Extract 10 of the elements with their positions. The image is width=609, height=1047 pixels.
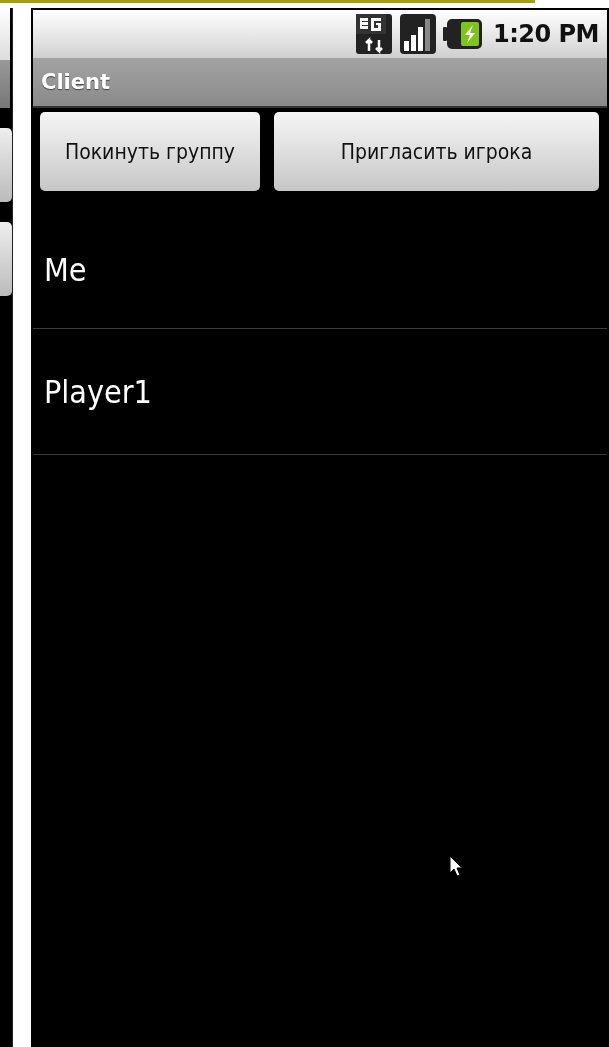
mouse-cursor-icon [449,855,463,877]
app-title: Client [41,70,111,94]
signal-icon [398,13,437,55]
clock: 1:20 PM [492,20,599,48]
battery-charging-icon [442,17,483,51]
network-3g-icon [354,13,393,55]
player-list-item[interactable]: Player1 [33,329,607,455]
action-button[interactable]: Покинуть группу [40,112,260,191]
player-list-item[interactable]: Me [33,211,607,329]
action-button[interactable]: Пригласить игрока [274,112,599,191]
